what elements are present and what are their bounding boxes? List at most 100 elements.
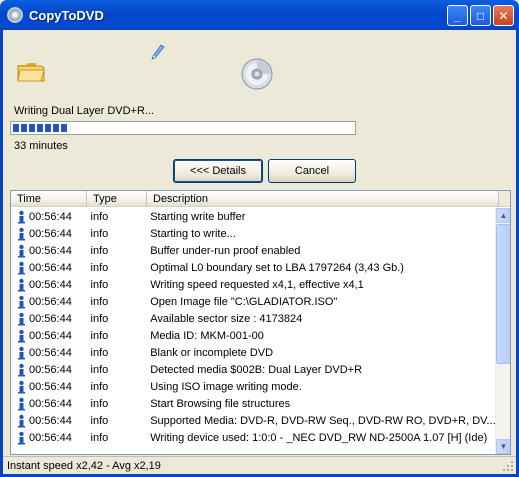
column-header-time[interactable]: Time xyxy=(11,191,87,206)
log-time: 00:56:44 xyxy=(29,397,72,410)
log-listview[interactable]: Time Type Description 00:56:44 info Starti… xyxy=(10,190,511,455)
info-icon xyxy=(18,414,25,427)
progress-segment xyxy=(53,124,59,132)
log-type: info xyxy=(90,397,109,410)
close-button[interactable]: ✕ xyxy=(493,5,514,26)
details-button[interactable]: <<< Details xyxy=(173,159,263,183)
log-time-cell: 00:56:44 xyxy=(11,227,87,241)
log-type: info xyxy=(90,210,109,223)
log-time-cell: 00:56:44 xyxy=(11,363,87,377)
log-row[interactable]: 00:56:44 info Blank or incomplete DVD xyxy=(11,344,496,361)
log-time: 00:56:44 xyxy=(29,227,72,240)
log-row[interactable]: 00:56:44 info Writing device used: 1:0:0 -… xyxy=(11,429,496,446)
log-time: 00:56:44 xyxy=(29,261,72,274)
log-row[interactable]: 00:56:44 info Writing speed requested x4,1… xyxy=(11,276,496,293)
log-type: info xyxy=(90,380,109,393)
log-row[interactable]: 00:56:44 info Buffer under-run proof enabl… xyxy=(11,242,496,259)
folder-icon xyxy=(17,63,45,82)
speed-status-text: Instant speed x2,42 - Avg x2,19 xyxy=(7,460,161,472)
cancel-button[interactable]: Cancel xyxy=(268,159,356,183)
log-time-cell: 00:56:44 xyxy=(11,414,87,428)
client-area: Writing Dual Layer DVD+R... 33 minutes <… xyxy=(3,30,516,474)
time-remaining-label: 33 minutes xyxy=(14,140,68,152)
copy-animation xyxy=(3,30,516,100)
progress-bar xyxy=(10,121,356,135)
info-icon xyxy=(18,295,25,308)
log-row[interactable]: 00:56:44 info Start Browsing file structur… xyxy=(11,395,496,412)
progress-segment xyxy=(13,124,19,132)
status-label: Writing Dual Layer DVD+R... xyxy=(14,105,155,117)
info-icon xyxy=(18,278,25,291)
log-description: Using ISO image writing mode. xyxy=(150,380,302,393)
info-icon xyxy=(18,227,25,240)
column-header-type[interactable]: Type xyxy=(87,191,147,206)
log-description: Starting to write... xyxy=(150,227,236,240)
log-type: info xyxy=(90,363,109,376)
log-row[interactable]: 00:56:44 info Starting to write... xyxy=(11,225,496,242)
log-description: Supported Media: DVD-R, DVD-RW Seq., DVD… xyxy=(150,414,496,427)
vertical-scrollbar[interactable]: ▲ ▼ xyxy=(495,208,510,454)
scroll-thumb[interactable] xyxy=(496,224,510,364)
log-description: Writing device used: 1:0:0 - _NEC DVD_RW… xyxy=(150,431,488,444)
log-type: info xyxy=(90,329,109,342)
log-row[interactable]: 00:56:44 info Detected media $002B: Dual L… xyxy=(11,361,496,378)
log-time: 00:56:44 xyxy=(29,210,72,223)
log-time-cell: 00:56:44 xyxy=(11,397,87,411)
info-icon xyxy=(18,244,25,257)
log-time-cell: 00:56:44 xyxy=(11,380,87,394)
log-time: 00:56:44 xyxy=(29,380,72,393)
info-icon xyxy=(18,346,25,359)
log-row[interactable]: 00:56:44 info Using ISO image writing mode… xyxy=(11,378,496,395)
log-time-cell: 00:56:44 xyxy=(11,329,87,343)
log-row[interactable]: 00:56:44 info Open Image file "C:\GLADIATO… xyxy=(11,293,496,310)
resize-grip-icon[interactable] xyxy=(502,460,514,472)
statusbar: Instant speed x2,42 - Avg x2,19 xyxy=(3,456,516,474)
progress-segment xyxy=(61,124,67,132)
log-time: 00:56:44 xyxy=(29,363,72,376)
progress-segment xyxy=(29,124,35,132)
log-description: Blank or incomplete DVD xyxy=(150,346,274,359)
progress-segment xyxy=(37,124,43,132)
info-icon xyxy=(18,363,25,376)
log-description: Detected media $002B: Dual Layer DVD+R xyxy=(150,363,363,376)
log-description: Media ID: MKM-001-00 xyxy=(150,329,264,342)
log-row[interactable]: 00:56:44 info Optimal L0 boundary set to L… xyxy=(11,259,496,276)
log-time: 00:56:44 xyxy=(29,414,72,427)
log-row[interactable]: 00:56:44 info Available sector size : 4173… xyxy=(11,310,496,327)
log-time-cell: 00:56:44 xyxy=(11,295,87,309)
log-time: 00:56:44 xyxy=(29,295,72,308)
log-description: Writing speed requested x4,1, effective … xyxy=(150,278,364,291)
log-time: 00:56:44 xyxy=(29,278,72,291)
disc-icon xyxy=(7,7,23,23)
scroll-down-arrow-icon[interactable]: ▼ xyxy=(496,439,510,454)
log-rows: 00:56:44 info Starting write buffer 00:56:4… xyxy=(11,208,496,446)
log-row[interactable]: 00:56:44 info Supported Media: DVD-R, DVD-… xyxy=(11,412,496,429)
info-icon xyxy=(18,397,25,410)
info-icon xyxy=(18,261,25,274)
log-row[interactable]: 00:56:44 info Starting write buffer xyxy=(11,208,496,225)
minimize-button[interactable]: _ xyxy=(447,5,468,26)
log-header: Time Type Description xyxy=(11,191,510,207)
log-description: Open Image file "C:\GLADIATOR.ISO" xyxy=(150,295,338,308)
log-description: Optimal L0 boundary set to LBA 1797264 (… xyxy=(150,261,404,274)
log-type: info xyxy=(90,295,109,308)
window-title: CopyToDVD xyxy=(29,7,104,23)
maximize-button[interactable]: □ xyxy=(470,5,491,26)
log-time-cell: 00:56:44 xyxy=(11,312,87,326)
progress-segment xyxy=(45,124,51,132)
column-header-description[interactable]: Description xyxy=(147,191,499,206)
info-icon xyxy=(18,210,25,223)
log-type: info xyxy=(90,312,109,325)
log-time-cell: 00:56:44 xyxy=(11,210,87,224)
log-time: 00:56:44 xyxy=(29,431,72,444)
log-description: Buffer under-run proof enabled xyxy=(150,244,301,257)
scroll-up-arrow-icon[interactable]: ▲ xyxy=(496,208,510,223)
log-row[interactable]: 00:56:44 info Media ID: MKM-001-00 xyxy=(11,327,496,344)
log-time: 00:56:44 xyxy=(29,312,72,325)
copytodvd-window: CopyToDVD _ □ ✕ Writing Dual Layer DVD+R… xyxy=(0,0,519,477)
log-type: info xyxy=(90,414,109,427)
log-time-cell: 00:56:44 xyxy=(11,278,87,292)
titlebar[interactable]: CopyToDVD _ □ ✕ xyxy=(3,0,516,30)
log-type: info xyxy=(90,431,109,444)
log-time-cell: 00:56:44 xyxy=(11,431,87,445)
